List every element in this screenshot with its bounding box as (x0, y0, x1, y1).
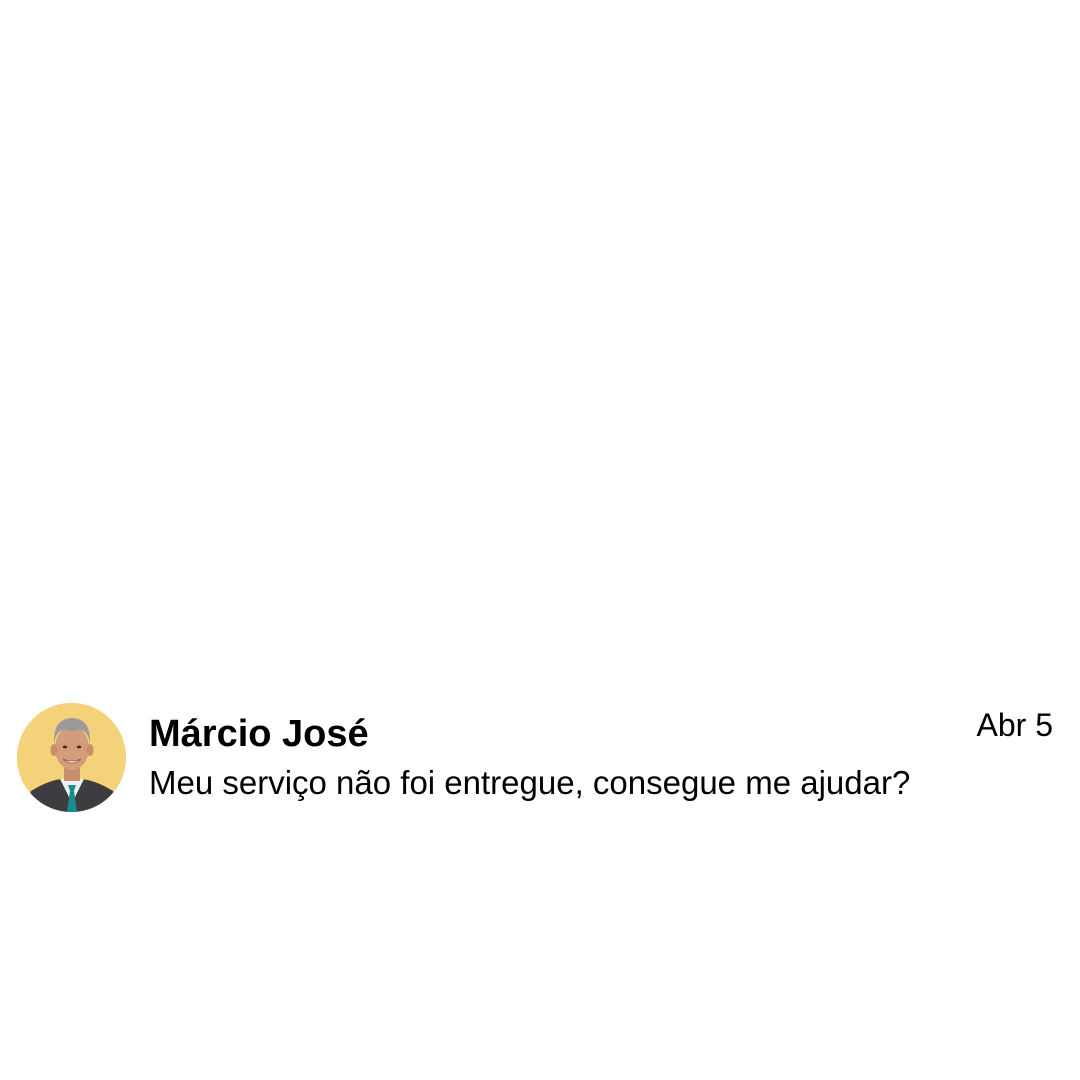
sender-name: Márcio José (149, 713, 369, 755)
page: Márcio José Meu serviço não foi entregue… (0, 0, 1080, 1080)
message-timestamp: Abr 5 (976, 707, 1053, 743)
message-item[interactable]: Márcio José Meu serviço não foi entregue… (17, 703, 1067, 815)
avatar-photo-icon (17, 703, 126, 812)
avatar[interactable] (17, 703, 126, 812)
message-preview: Meu serviço não foi entregue, consegue m… (149, 764, 911, 801)
